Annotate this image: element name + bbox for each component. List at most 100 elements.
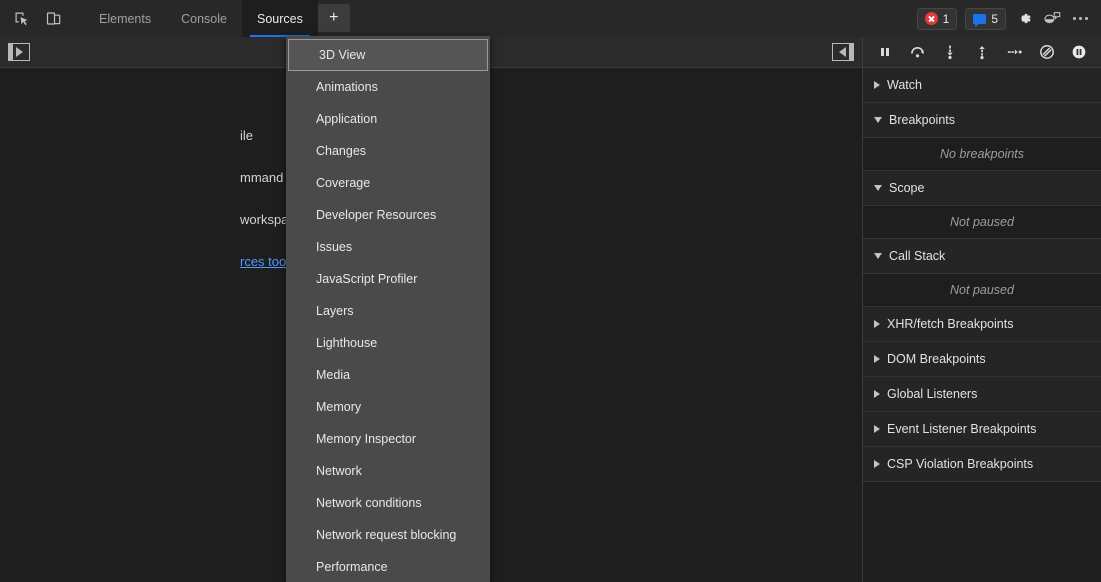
menu-item-javascript-profiler[interactable]: JavaScript Profiler [286,263,490,295]
menu-item-label: Animations [316,80,378,94]
step-out-icon[interactable] [971,41,993,63]
section-xhr-fetch-breakpoints-label: XHR/fetch Breakpoints [887,317,1013,331]
error-counter[interactable]: 1 [917,8,958,30]
chevron-right-icon [874,425,880,433]
inspect-cursor-icon[interactable] [8,5,36,33]
menu-item-label: Developer Resources [316,208,436,222]
menu-item-layers[interactable]: Layers [286,295,490,327]
tab-console[interactable]: Console [166,0,242,37]
step-over-icon[interactable] [906,41,928,63]
menu-item-issues[interactable]: Issues [286,231,490,263]
devtools-tabbar: Elements Console Sources + 1 5 [0,0,1101,37]
panel-tabs: Elements Console Sources + [84,0,350,37]
tab-elements-label: Elements [99,12,151,26]
chevron-right-icon [874,355,880,363]
menu-item-network[interactable]: Network [286,455,490,487]
menu-item-network-request-blocking[interactable]: Network request blocking [286,519,490,551]
menu-item-label: Layers [316,304,354,318]
message-bubble-icon [973,14,986,24]
section-global-listeners[interactable]: Global Listeners [863,377,1101,412]
add-tab-button[interactable]: + [318,4,350,32]
error-count: 1 [943,12,950,26]
gear-icon[interactable] [1011,6,1037,32]
tab-sources-label: Sources [257,12,303,26]
breakpoints-empty-message: No breakpoints [863,138,1101,171]
step-into-icon[interactable] [939,41,961,63]
section-watch-label: Watch [887,78,922,92]
chevron-down-icon [874,117,882,123]
menu-item-label: 3D View [319,48,365,62]
section-scope[interactable]: Scope [863,171,1101,206]
section-watch[interactable]: Watch [863,68,1101,103]
tab-console-label: Console [181,12,227,26]
menu-item-developer-resources[interactable]: Developer Resources [286,199,490,231]
pause-on-exceptions-icon[interactable] [1068,41,1090,63]
section-breakpoints-label: Breakpoints [889,113,955,127]
chevron-down-icon [874,253,882,259]
more-tools-menu: 3D View Animations Application Changes C… [286,36,490,582]
section-scope-label: Scope [889,181,924,195]
menu-item-changes[interactable]: Changes [286,135,490,167]
menu-item-memory[interactable]: Memory [286,391,490,423]
step-icon[interactable] [1003,41,1025,63]
plus-icon: + [329,9,338,27]
chevron-right-icon [874,390,880,398]
chevron-down-icon [874,185,882,191]
section-csp-violation-breakpoints[interactable]: CSP Violation Breakpoints [863,447,1101,482]
message-count: 5 [991,12,998,26]
chevron-right-icon [874,81,880,89]
call-stack-empty-message: Not paused [863,274,1101,307]
menu-item-3d-view[interactable]: 3D View [288,39,488,71]
menu-item-label: Issues [316,240,352,254]
menu-item-performance[interactable]: Performance [286,551,490,582]
more-options-icon[interactable] [1067,6,1093,32]
section-call-stack-label: Call Stack [889,249,945,263]
menu-item-animations[interactable]: Animations [286,71,490,103]
show-navigator-icon[interactable] [8,43,30,61]
section-dom-breakpoints[interactable]: DOM Breakpoints [863,342,1101,377]
tab-sources[interactable]: Sources [242,0,318,37]
chevron-right-icon [874,460,880,468]
menu-item-label: Memory Inspector [316,432,416,446]
section-global-listeners-label: Global Listeners [887,387,977,401]
tabbar-left-tools [0,0,70,37]
menu-item-network-conditions[interactable]: Network conditions [286,487,490,519]
feedback-icon[interactable] [1039,6,1065,32]
device-toolbar-icon[interactable] [40,5,68,33]
menu-item-label: Performance [316,560,388,574]
menu-item-coverage[interactable]: Coverage [286,167,490,199]
debugger-sidebar: Watch Breakpoints No breakpoints Scope N… [862,37,1101,582]
section-event-listener-breakpoints[interactable]: Event Listener Breakpoints [863,412,1101,447]
menu-item-label: Application [316,112,377,126]
chevron-right-icon [874,320,880,328]
pause-icon[interactable] [874,41,896,63]
section-breakpoints[interactable]: Breakpoints [863,103,1101,138]
deactivate-breakpoints-icon[interactable] [1036,41,1058,63]
menu-item-lighthouse[interactable]: Lighthouse [286,327,490,359]
menu-item-label: Network request blocking [316,528,456,542]
devtools-window: Elements Console Sources + 1 5 [0,0,1101,582]
show-debugger-icon[interactable] [832,43,854,61]
menu-item-label: Lighthouse [316,336,377,350]
menu-item-label: JavaScript Profiler [316,272,417,286]
menu-item-memory-inspector[interactable]: Memory Inspector [286,423,490,455]
menu-item-application[interactable]: Application [286,103,490,135]
message-counter[interactable]: 5 [965,8,1006,30]
section-event-listener-breakpoints-label: Event Listener Breakpoints [887,422,1036,436]
tabbar-right-tools: 1 5 [914,0,1101,37]
tab-elements[interactable]: Elements [84,0,166,37]
menu-item-label: Coverage [316,176,370,190]
menu-item-media[interactable]: Media [286,359,490,391]
section-call-stack[interactable]: Call Stack [863,239,1101,274]
section-xhr-fetch-breakpoints[interactable]: XHR/fetch Breakpoints [863,307,1101,342]
section-dom-breakpoints-label: DOM Breakpoints [887,352,986,366]
scope-empty-message: Not paused [863,206,1101,239]
menu-item-label: Network [316,464,362,478]
error-circle-icon [925,12,938,25]
section-csp-violation-breakpoints-label: CSP Violation Breakpoints [887,457,1033,471]
sources-tool-link[interactable]: rces tool [240,254,289,269]
menu-item-label: Memory [316,400,361,414]
devtools-main: ile mmand workspace rces tool [0,37,1101,582]
debugger-controls-toolbar [863,37,1101,68]
menu-item-label: Network conditions [316,496,422,510]
